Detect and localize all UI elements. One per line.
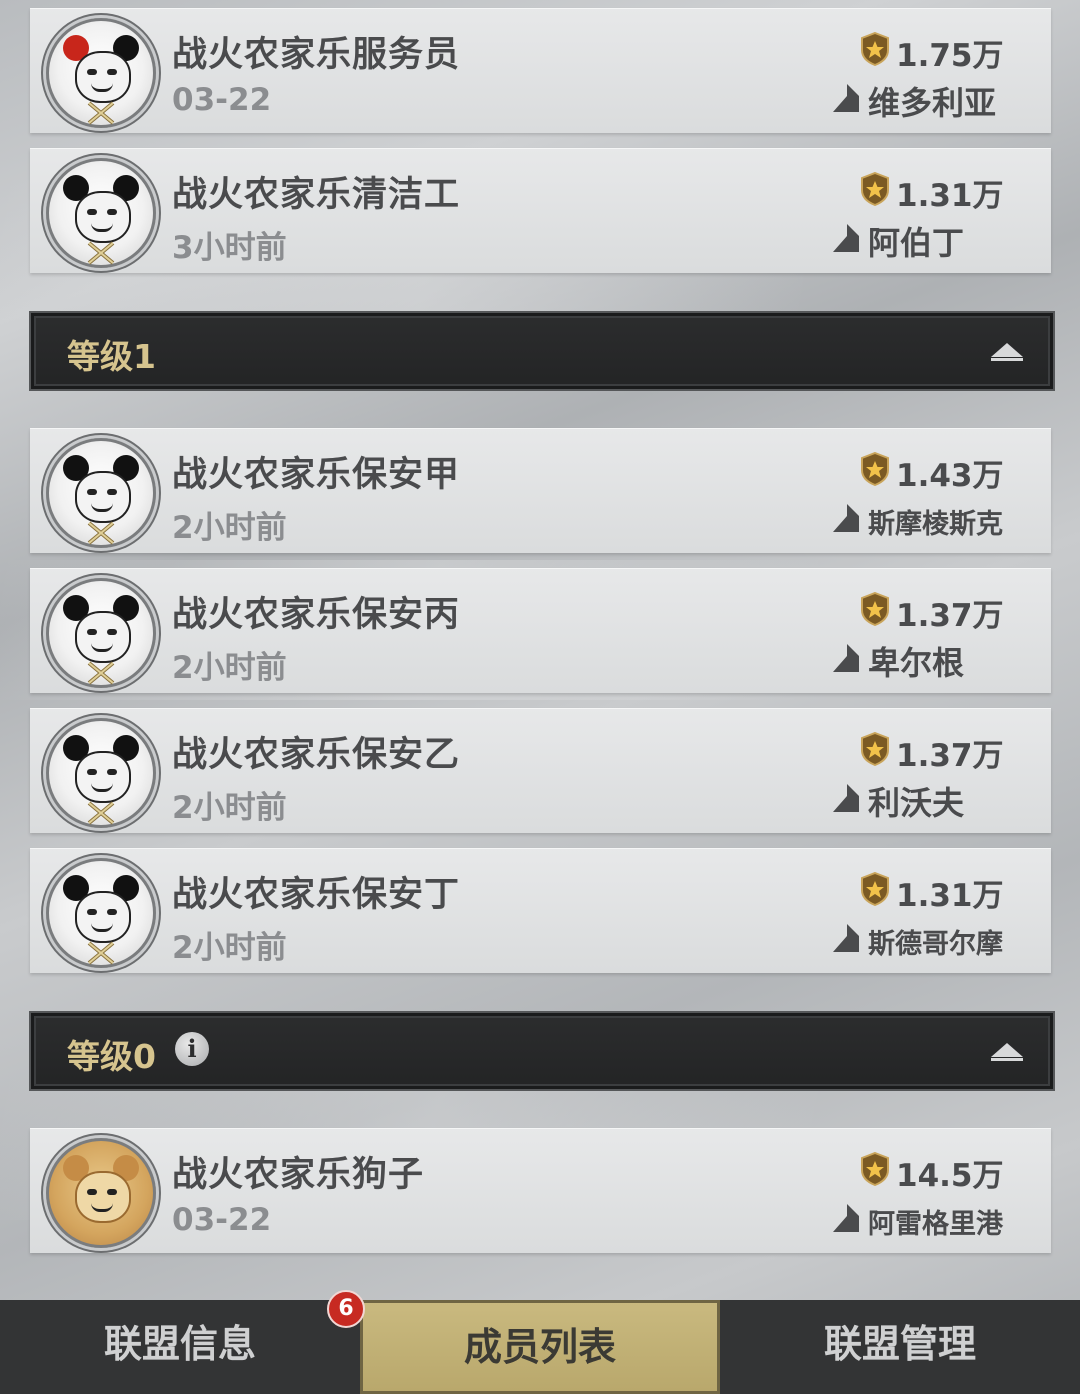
member-city: 维多利亚	[868, 84, 997, 122]
member-name: 战火农家乐狗子	[172, 1155, 425, 1195]
member-name: 战火农家乐保安丙	[172, 595, 461, 635]
member-last-online: 03-22	[172, 1202, 272, 1238]
rank-swords-icon	[87, 241, 115, 265]
member-city: 利沃夫	[868, 784, 965, 822]
power-shield-icon	[861, 872, 889, 906]
member-power: 1.31万	[896, 878, 1004, 914]
member-city: 阿伯丁	[868, 224, 965, 262]
collapse-caret-icon[interactable]	[989, 339, 1025, 363]
collapse-caret-icon[interactable]	[989, 1039, 1025, 1063]
city-flag-icon	[833, 504, 859, 532]
group-header-level0[interactable]: 等级0 i	[29, 1011, 1055, 1091]
member-row[interactable]: 战火农家乐清洁工 3小时前 1.31万 阿伯丁	[30, 148, 1051, 273]
member-city: 阿雷格里港	[868, 1209, 1003, 1240]
member-last-online: 2小时前	[172, 930, 287, 966]
city-flag-icon	[833, 1204, 859, 1232]
member-avatar[interactable]	[46, 1138, 156, 1248]
power-shield-icon	[861, 592, 889, 626]
rank-swords-icon	[87, 941, 115, 965]
member-power: 1.31万	[896, 178, 1004, 214]
member-city: 卑尔根	[868, 644, 965, 682]
group-title: 等级1	[67, 337, 156, 376]
city-flag-icon	[833, 784, 859, 812]
tab-alliance-management[interactable]: 联盟管理	[720, 1300, 1080, 1394]
tab-member-list[interactable]: 成员列表	[360, 1300, 720, 1394]
city-flag-icon	[833, 644, 859, 672]
tab-alliance-info[interactable]: 联盟信息	[0, 1300, 360, 1394]
city-flag-icon	[833, 924, 859, 952]
member-power: 1.75万	[896, 38, 1004, 74]
info-icon[interactable]: i	[175, 1032, 209, 1066]
member-name: 战火农家乐服务员	[172, 35, 461, 75]
member-power: 1.37万	[896, 598, 1004, 634]
member-row[interactable]: 战火农家乐保安丁 2小时前 1.31万 斯德哥尔摩	[30, 848, 1051, 973]
power-shield-icon	[861, 32, 889, 66]
power-shield-icon	[861, 452, 889, 486]
bottom-tab-bar: 联盟信息 成员列表 联盟管理	[0, 1300, 1080, 1394]
member-power: 14.5万	[896, 1158, 1004, 1194]
member-row[interactable]: 战火农家乐保安甲 2小时前 1.43万 斯摩棱斯克	[30, 428, 1051, 553]
member-city: 斯德哥尔摩	[868, 929, 1003, 960]
member-last-online: 03-22	[172, 82, 272, 118]
notification-badge: 6	[327, 1290, 365, 1328]
rank-swords-icon	[87, 101, 115, 125]
member-name: 战火农家乐保安乙	[172, 735, 461, 775]
member-row[interactable]: 战火农家乐保安丙 2小时前 1.37万 卑尔根	[30, 568, 1051, 693]
member-last-online: 2小时前	[172, 510, 287, 546]
rank-swords-icon	[87, 521, 115, 545]
member-name: 战火农家乐清洁工	[172, 175, 461, 215]
member-name: 战火农家乐保安甲	[172, 455, 461, 495]
member-name: 战火农家乐保安丁	[172, 875, 461, 915]
member-row[interactable]: 战火农家乐保安乙 2小时前 1.37万 利沃夫	[30, 708, 1051, 833]
group-title: 等级0	[67, 1037, 156, 1076]
group-header-level1[interactable]: 等级1	[29, 311, 1055, 391]
power-shield-icon	[861, 732, 889, 766]
member-last-online: 3小时前	[172, 230, 287, 266]
member-last-online: 2小时前	[172, 650, 287, 686]
member-city: 斯摩棱斯克	[868, 509, 1003, 540]
member-power: 1.43万	[896, 458, 1004, 494]
rank-swords-icon	[87, 661, 115, 685]
city-flag-icon	[833, 84, 859, 112]
member-last-online: 2小时前	[172, 790, 287, 826]
member-row[interactable]: 战火农家乐服务员 03-22 1.75万 维多利亚	[30, 8, 1051, 133]
member-power: 1.37万	[896, 738, 1004, 774]
member-row[interactable]: 战火农家乐狗子 03-22 14.5万 阿雷格里港	[30, 1128, 1051, 1253]
power-shield-icon	[861, 1152, 889, 1186]
rank-swords-icon	[87, 801, 115, 825]
power-shield-icon	[861, 172, 889, 206]
city-flag-icon	[833, 224, 859, 252]
